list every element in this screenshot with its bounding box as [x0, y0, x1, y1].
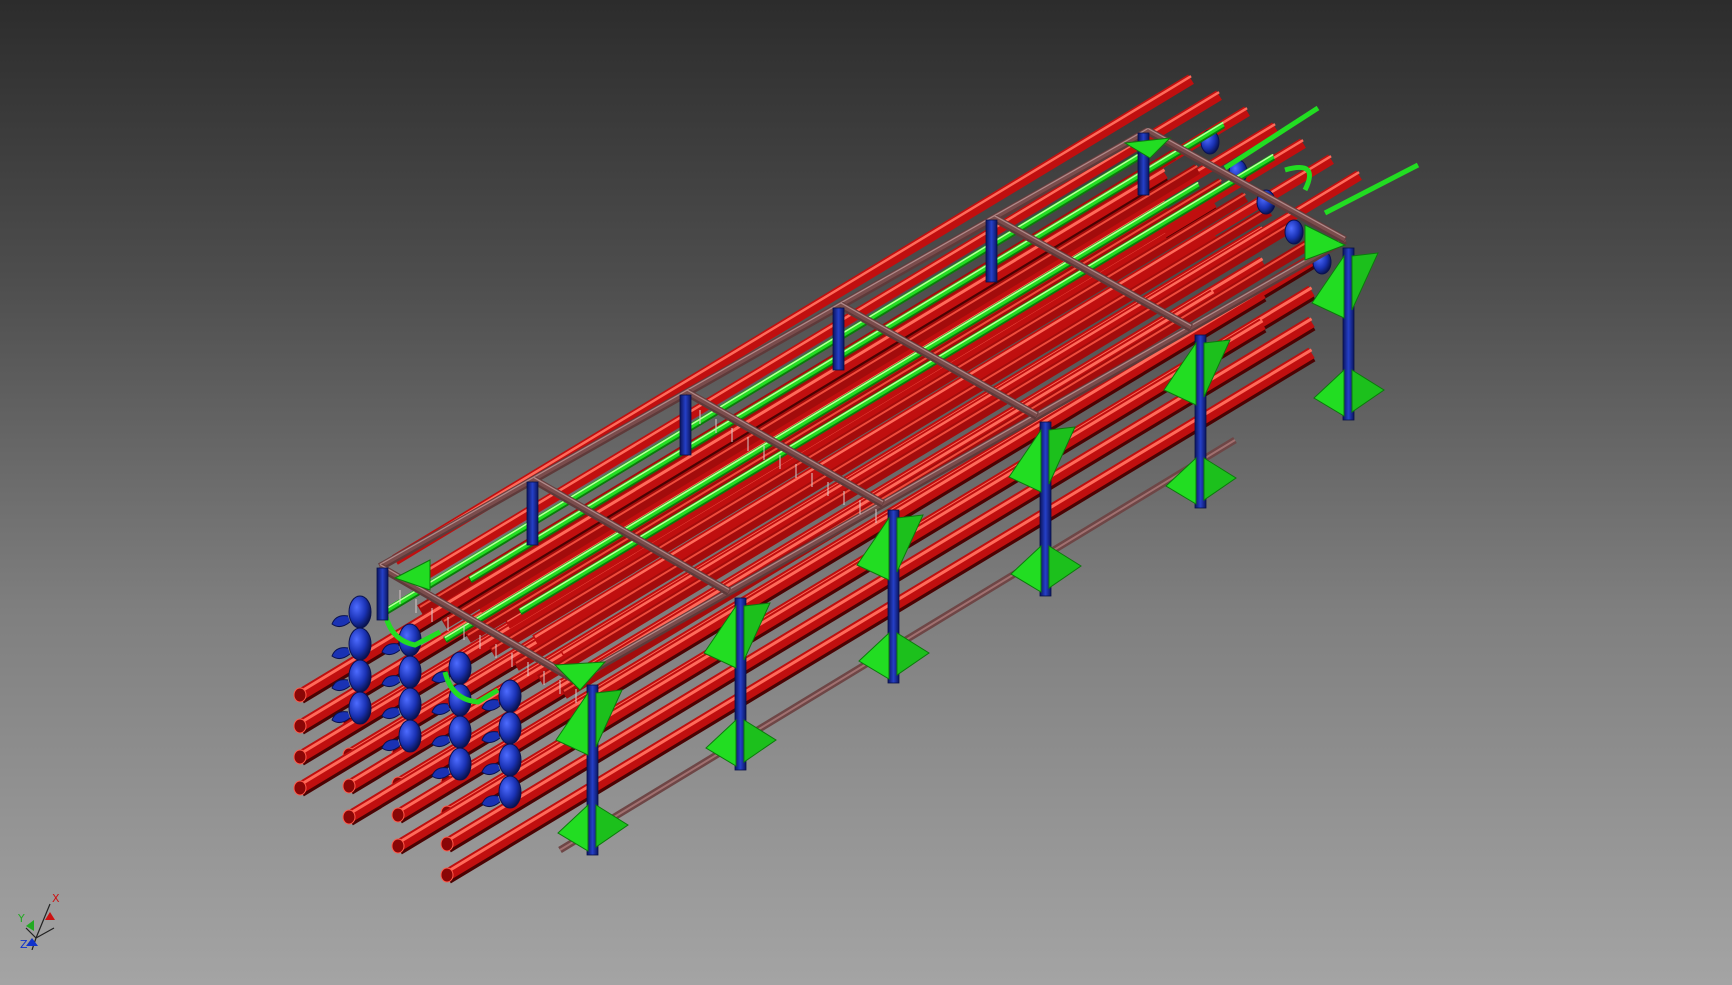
return-bend	[448, 651, 472, 685]
return-bend	[498, 743, 522, 777]
triad-y-axis-line	[25, 927, 37, 939]
return-bend	[498, 679, 522, 713]
return-bend	[398, 655, 422, 689]
return-bend	[448, 747, 472, 781]
coil-pipe	[443, 181, 1200, 642]
return-bend-back	[1284, 219, 1304, 245]
return-bend	[498, 711, 522, 745]
return-bend	[348, 659, 372, 693]
heat-exchanger-model[interactable]	[0, 0, 1732, 985]
return-bend-elbow	[331, 615, 351, 628]
gusset-plate-bottom-side	[1048, 545, 1082, 589]
return-bend	[348, 595, 372, 629]
return-bend	[498, 775, 522, 809]
support-column	[376, 567, 389, 621]
return-bend	[398, 687, 422, 721]
gusset-plate-top-side	[1351, 252, 1379, 311]
process-tube-end	[391, 838, 405, 854]
process-tube-upper-highlight	[534, 155, 1332, 639]
triad-x-up-line	[35, 903, 51, 939]
3d-viewport[interactable]: X Y Z	[0, 0, 1732, 985]
support-column	[985, 219, 998, 283]
support-column	[526, 481, 539, 546]
process-tube-end	[293, 780, 307, 796]
gusset-plate-bottom	[858, 631, 890, 680]
triad-z-label: Z	[20, 938, 28, 950]
support-column	[832, 307, 845, 371]
process-tube-end	[440, 867, 454, 883]
return-bend	[348, 627, 372, 661]
return-bend	[398, 719, 422, 753]
process-tube-end	[342, 778, 356, 794]
return-bend-elbow	[331, 647, 351, 660]
support-column	[679, 394, 692, 456]
return-bend	[448, 715, 472, 749]
process-tube-end	[391, 807, 405, 823]
triad-x-label: X	[52, 892, 60, 905]
gusset-plate-bottom-side	[1351, 369, 1385, 413]
process-tube-lower-highlight	[491, 193, 1246, 650]
process-tube-end	[342, 809, 356, 825]
process-tube-end	[293, 749, 307, 765]
gusset-plate-bottom	[1010, 544, 1042, 593]
gusset-plate-bottom	[1313, 368, 1345, 417]
gusset-plate-bottom-side	[1203, 457, 1237, 501]
process-tube-end	[293, 687, 307, 703]
process-tube-end	[440, 836, 454, 852]
process-tube-end	[293, 718, 307, 734]
return-bend	[348, 691, 372, 725]
triad-y-label: Y	[17, 912, 25, 925]
view-orientation-triad[interactable]: X Y Z	[14, 890, 70, 950]
